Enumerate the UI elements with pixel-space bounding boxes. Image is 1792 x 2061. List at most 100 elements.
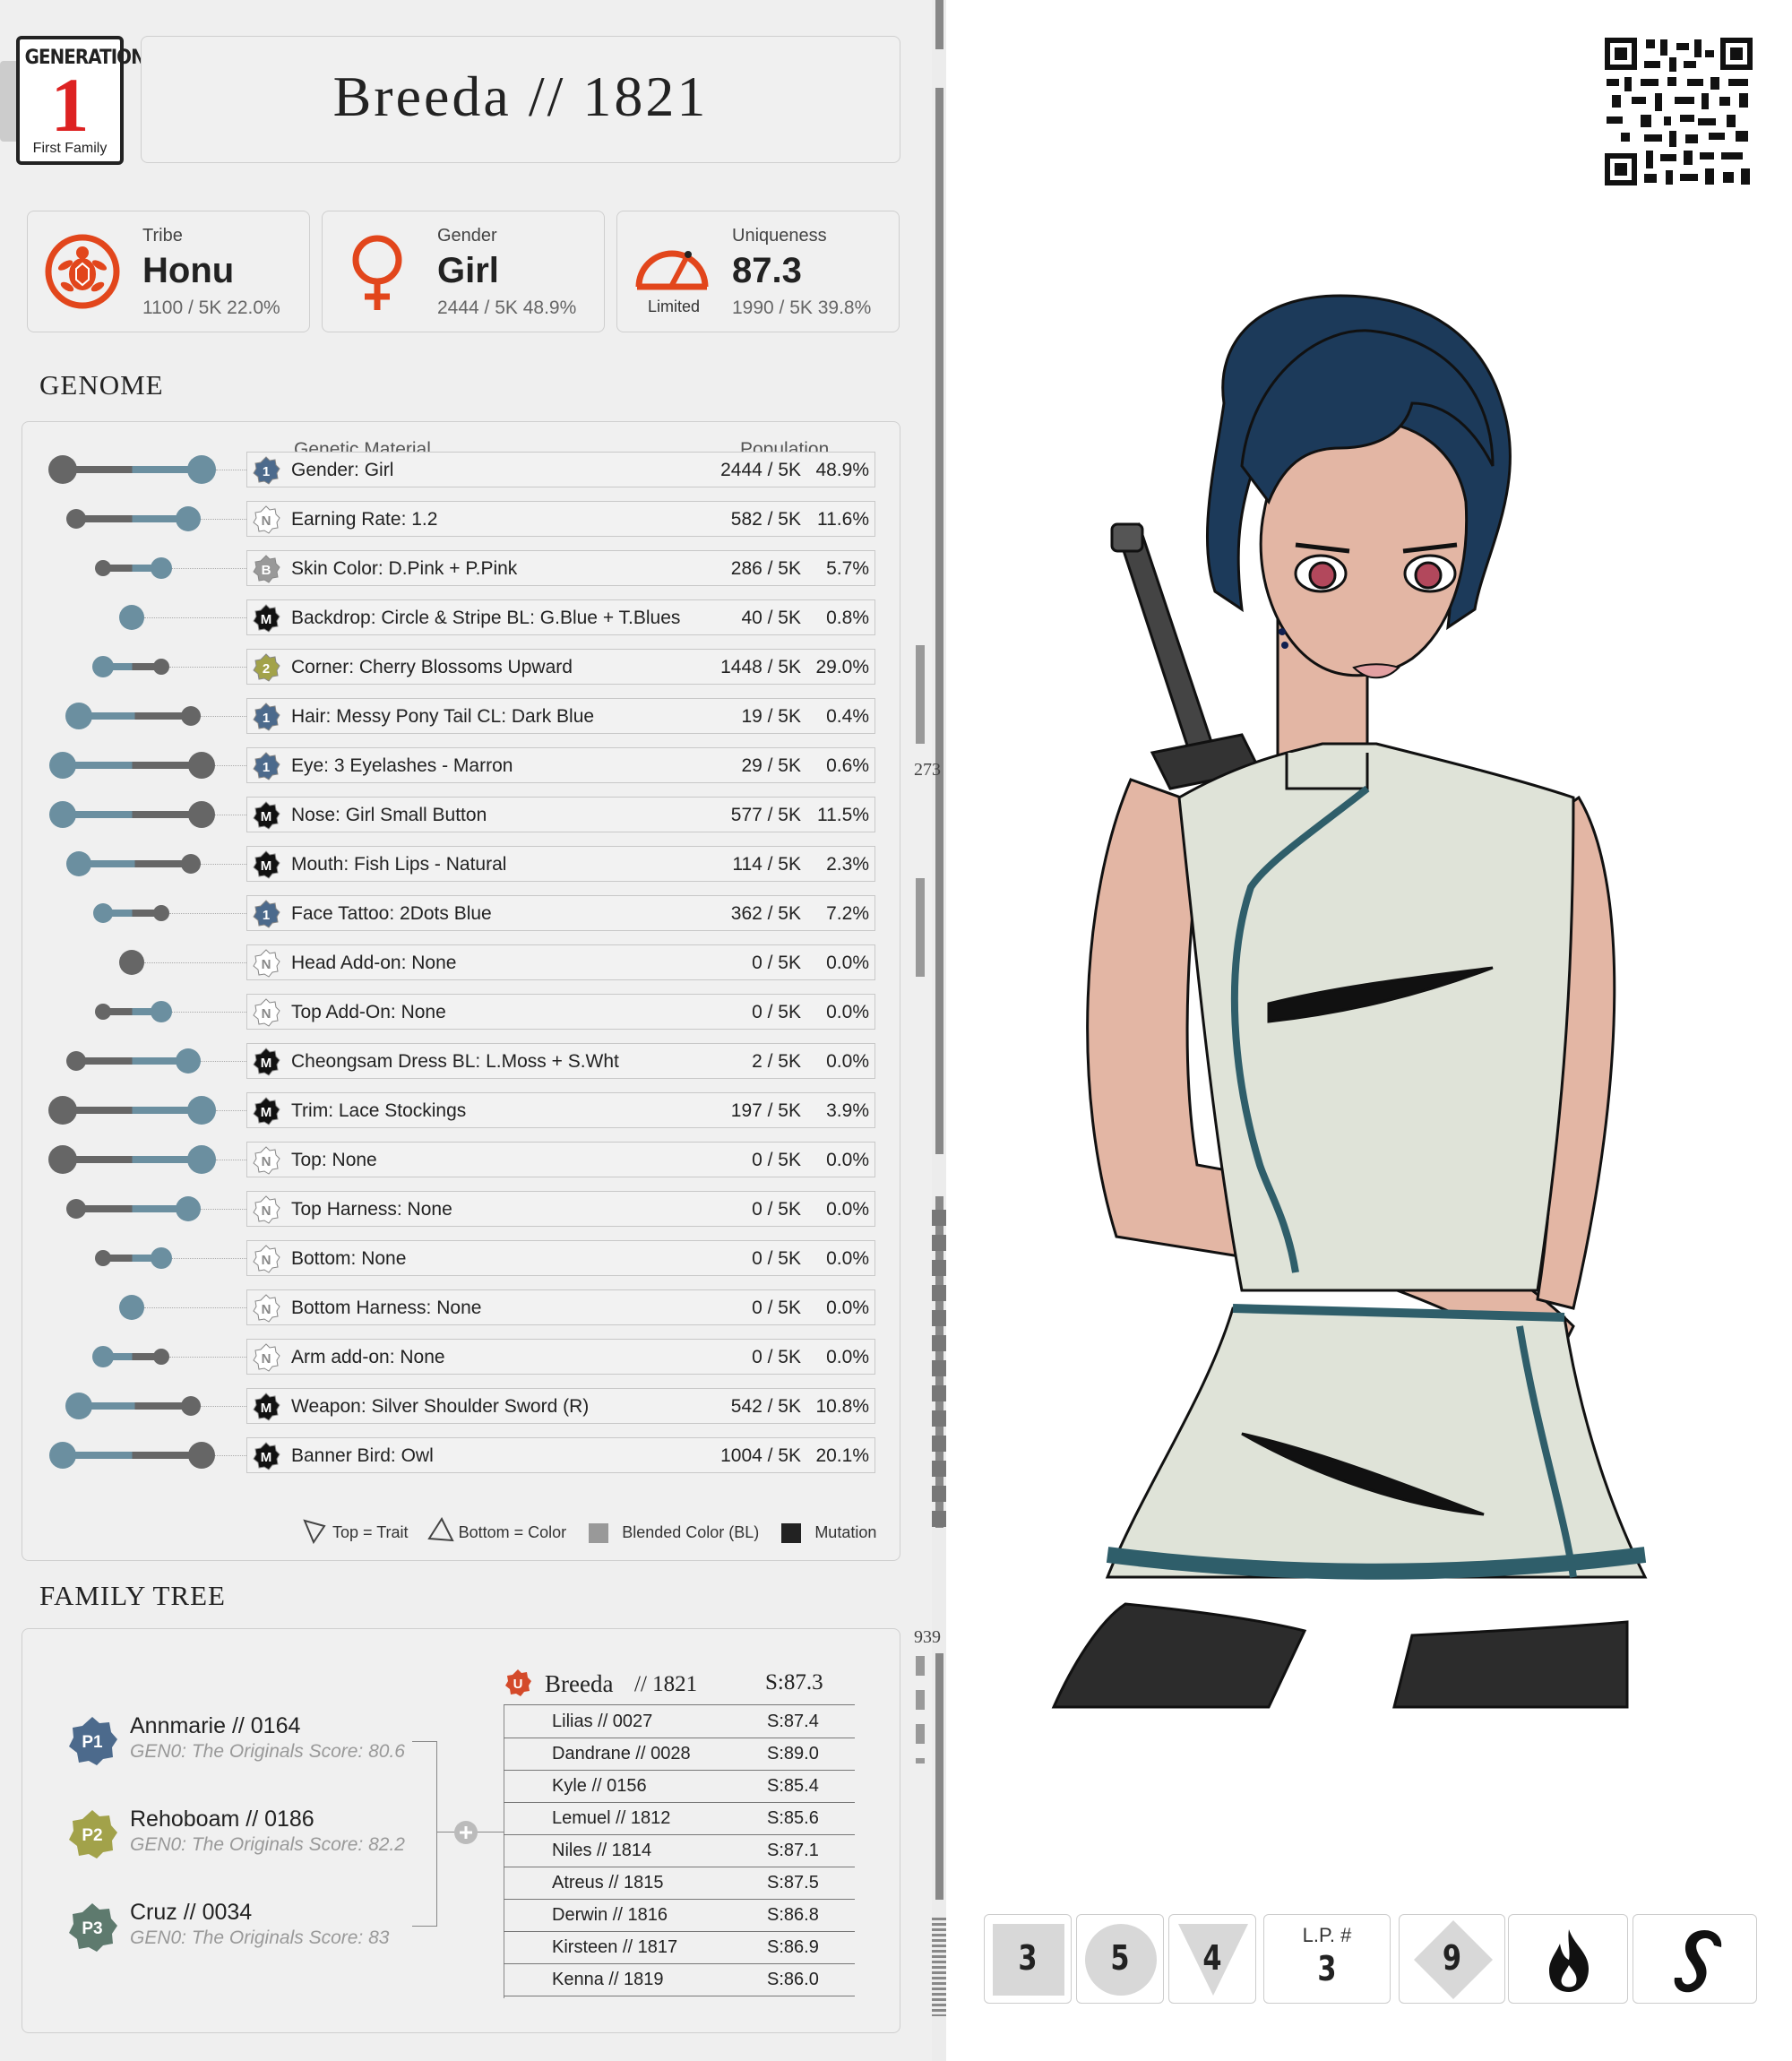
gene-count: 542 / 5K xyxy=(730,1396,801,1417)
blended-swatch xyxy=(589,1522,609,1543)
genome-row[interactable]: N Bottom: None 0 / 5K 0.0% xyxy=(246,1240,875,1276)
gene-allele-left xyxy=(49,752,76,779)
gene-allele-right xyxy=(153,659,169,675)
sibling-row[interactable]: Kirsteen // 1817 S:86.9 xyxy=(504,1932,855,1964)
sibling-score: S:87.1 xyxy=(767,1841,819,1860)
tile-flamingo[interactable] xyxy=(1633,1914,1757,2004)
parent-entry[interactable]: P3 Cruz // 0034 GEN0: The Originals Scor… xyxy=(66,1900,425,1962)
genome-heading: GENOME xyxy=(39,369,164,401)
genome-row[interactable]: N Head Add-on: None 0 / 5K 0.0% xyxy=(246,944,875,980)
self-name: Breeda xyxy=(545,1670,614,1697)
gene-count: 114 / 5K xyxy=(732,854,801,875)
genome-row[interactable]: 1 Gender: Girl 2444 / 5K 48.9% xyxy=(246,452,875,487)
tile-square[interactable]: 3 xyxy=(984,1914,1072,2004)
genome-row[interactable]: B Skin Color: D.Pink + P.Pink 286 / 5K 5… xyxy=(246,550,875,586)
self-badge-letter: U xyxy=(513,1677,523,1692)
parent-tag: P3 xyxy=(82,1919,102,1938)
genome-row[interactable]: N Top: None 0 / 5K 0.0% xyxy=(246,1142,875,1177)
genome-row[interactable]: M Nose: Girl Small Button 577 / 5K 11.5% xyxy=(246,797,875,832)
genome-row[interactable]: 1 Face Tattoo: 2Dots Blue 362 / 5K 7.2% xyxy=(246,895,875,931)
genome-row[interactable]: M Trim: Lace Stockings 197 / 5K 3.9% xyxy=(246,1092,875,1128)
gene-badge-icon: 1 xyxy=(253,456,280,485)
gene-link xyxy=(76,1205,188,1212)
sibling-row[interactable]: Niles // 1814 S:87.1 xyxy=(504,1835,855,1867)
mutation-swatch xyxy=(781,1522,802,1543)
sibling-row[interactable]: Kyle // 0156 S:85.4 xyxy=(504,1771,855,1803)
genome-row[interactable]: M Mouth: Fish Lips - Natural 114 / 5K 2.… xyxy=(246,846,875,882)
gene-allele-right xyxy=(153,905,169,921)
genome-row[interactable]: N Top Add-On: None 0 / 5K 0.0% xyxy=(246,994,875,1030)
gene-allele-right xyxy=(188,752,215,779)
gene-trait: Gender: Girl xyxy=(291,460,394,480)
sibling-row[interactable]: Derwin // 1816 S:86.8 xyxy=(504,1900,855,1932)
sibling-row[interactable]: Dandrane // 0028 S:89.0 xyxy=(504,1738,855,1771)
self-entry[interactable]: U Breeda // 1821 S:87.3 xyxy=(504,1667,855,1703)
genome-row[interactable]: N Earning Rate: 1.2 582 / 5K 11.6% xyxy=(246,501,875,537)
genome-row[interactable]: M Banner Bird: Owl 1004 / 5K 20.1% xyxy=(246,1437,875,1473)
sibling-name: Niles // 1814 xyxy=(552,1841,652,1860)
gene-badge-icon: N xyxy=(253,505,280,534)
tile-lp[interactable]: L.P. # 3 xyxy=(1263,1914,1391,2004)
gene-percent: 11.6% xyxy=(817,509,869,530)
gene-badge-letter: 2 xyxy=(263,661,270,677)
gutter-marker: 273 xyxy=(914,760,941,780)
genome-row[interactable]: N Top Harness: None 0 / 5K 0.0% xyxy=(246,1191,875,1227)
gene-allele-left xyxy=(48,1145,77,1174)
gene-count: 19 / 5K xyxy=(741,706,801,727)
tribe-value: Honu xyxy=(142,251,235,290)
parent-entry[interactable]: P1 Annmarie // 0164 GEN0: The Originals … xyxy=(66,1713,425,1776)
tile-triangle[interactable]: 4 xyxy=(1168,1914,1256,2004)
genome-row[interactable]: M Backdrop: Circle & Stripe BL: G.Blue +… xyxy=(246,599,875,635)
gene-count: 582 / 5K xyxy=(730,509,801,530)
self-underline xyxy=(504,1704,855,1705)
gene-count: 0 / 5K xyxy=(752,953,801,973)
tile-flame[interactable] xyxy=(1508,1914,1628,2004)
parent-score: GEN0: The Originals Score: 80.6 xyxy=(130,1741,405,1762)
sibling-row[interactable]: Kenna // 1819 S:86.0 xyxy=(504,1964,855,1996)
gauge-icon xyxy=(635,250,709,290)
gene-badge-icon: N xyxy=(253,1146,280,1175)
genome-row[interactable]: N Bottom Harness: None 0 / 5K 0.0% xyxy=(246,1289,875,1325)
gene-trait: Bottom Harness: None xyxy=(291,1298,482,1318)
sibling-score: S:86.9 xyxy=(767,1937,819,1957)
gutter-marker: 939 xyxy=(914,1627,941,1647)
genome-row[interactable]: 1 Hair: Messy Pony Tail CL: Dark Blue 19… xyxy=(246,698,875,734)
gene-trait: Skin Color: D.Pink + P.Pink xyxy=(291,558,518,579)
gene-count: 577 / 5K xyxy=(730,805,801,825)
gene-leader xyxy=(215,1455,246,1456)
uniqueness-label: Uniqueness xyxy=(732,226,827,246)
gene-allele-left xyxy=(48,455,77,484)
gene-badge-icon: M xyxy=(253,1097,280,1125)
gene-trait: Mouth: Fish Lips - Natural xyxy=(291,854,507,875)
bottom-color-icon xyxy=(426,1516,454,1548)
gene-link xyxy=(63,811,202,818)
gene-allele-left xyxy=(66,509,86,529)
sibling-row[interactable]: Lemuel // 1812 S:85.6 xyxy=(504,1803,855,1835)
sibling-row[interactable]: Atreus // 1815 S:87.5 xyxy=(504,1867,855,1900)
lp-label: L.P. # xyxy=(1302,1924,1352,1946)
gene-leader xyxy=(216,1110,246,1111)
gene-trait: Top Add-On: None xyxy=(291,1002,446,1022)
gene-badge-icon: M xyxy=(253,801,280,830)
plus-icon xyxy=(454,1821,478,1844)
gene-badge-icon: N xyxy=(253,1294,280,1323)
gutter-mark xyxy=(916,1656,925,1763)
genome-row[interactable]: 2 Corner: Cherry Blossoms Upward 1448 / … xyxy=(246,649,875,685)
legend-blended-label: Blended Color (BL) xyxy=(622,1523,760,1541)
sibling-row[interactable]: Lilias // 0027 S:87.4 xyxy=(504,1706,855,1738)
tile-circle[interactable]: 5 xyxy=(1076,1914,1164,2004)
genome-row[interactable]: 1 Eye: 3 Eyelashes - Marron 29 / 5K 0.6% xyxy=(246,747,875,783)
gene-percent: 3.9% xyxy=(826,1100,869,1121)
genome-row[interactable]: M Cheongsam Dress BL: L.Moss + S.Wht 2 /… xyxy=(246,1043,875,1079)
gene-count: 0 / 5K xyxy=(752,1199,801,1220)
gene-badge-letter: N xyxy=(262,1154,271,1169)
parent-entry[interactable]: P2 Rehoboam // 0186 GEN0: The Originals … xyxy=(66,1807,425,1869)
gene-badge-icon: M xyxy=(253,850,280,879)
tile-diamond[interactable]: 9 xyxy=(1399,1914,1505,2004)
genome-row[interactable]: N Arm add-on: None 0 / 5K 0.0% xyxy=(246,1339,875,1375)
parent-score: GEN0: The Originals Score: 82.2 xyxy=(130,1834,405,1855)
gene-trait: Nose: Girl Small Button xyxy=(291,805,487,825)
gene-leader xyxy=(201,1209,246,1210)
genome-row[interactable]: M Weapon: Silver Shoulder Sword (R) 542 … xyxy=(246,1388,875,1424)
gene-leader xyxy=(201,1061,246,1062)
